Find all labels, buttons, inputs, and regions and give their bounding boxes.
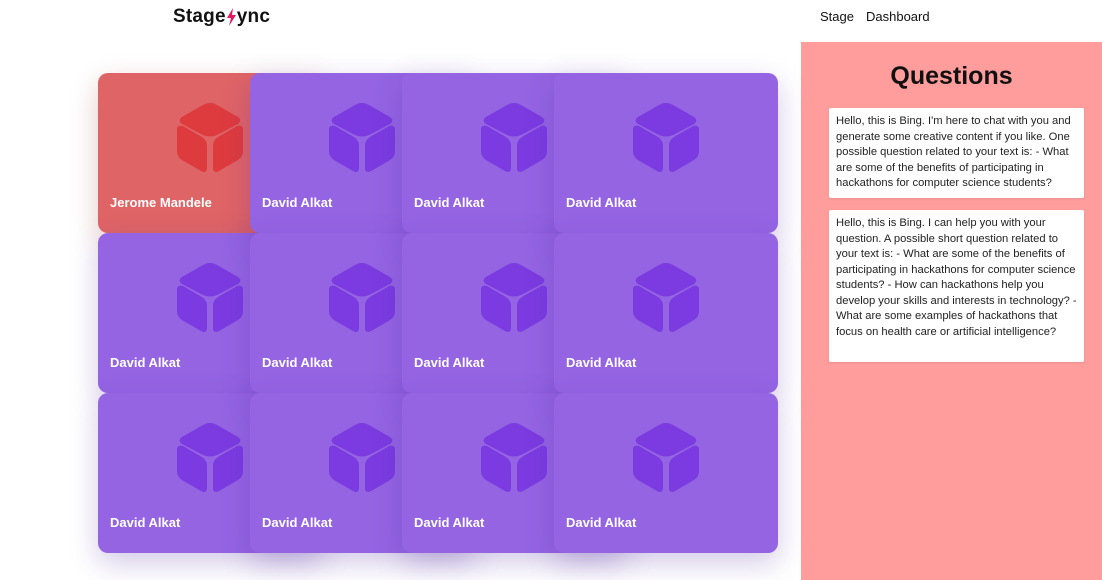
participant-tile[interactable]: David Alkat xyxy=(554,393,778,553)
participant-name: David Alkat xyxy=(566,195,637,210)
participant-name: David Alkat xyxy=(262,355,333,370)
cube-icon xyxy=(173,261,247,335)
logo-text-left: Stage xyxy=(173,6,226,27)
nav-link-dashboard[interactable]: Dashboard xyxy=(866,9,930,24)
nav-link-stage[interactable]: Stage xyxy=(820,9,854,24)
question-card: Hello, this is Bing. I can help you with… xyxy=(829,210,1084,362)
app-logo[interactable]: Stage ync xyxy=(173,6,270,28)
logo-text-right: ync xyxy=(236,6,271,27)
cube-icon xyxy=(477,261,551,335)
question-card: Hello, this is Bing. I'm here to chat wi… xyxy=(829,108,1084,198)
questions-title: Questions xyxy=(890,62,1013,90)
cube-icon xyxy=(477,421,551,495)
participant-tile[interactable]: David Alkat xyxy=(554,73,778,233)
cube-icon xyxy=(173,421,247,495)
participant-name: David Alkat xyxy=(566,355,637,370)
participant-name: Jerome Mandele xyxy=(110,195,212,210)
participant-tile[interactable]: David Alkat xyxy=(554,233,778,393)
participant-name: David Alkat xyxy=(262,515,333,530)
participant-name: David Alkat xyxy=(414,195,485,210)
participant-name: David Alkat xyxy=(414,355,485,370)
participant-name: David Alkat xyxy=(262,195,333,210)
questions-panel: Questions Hello, this is Bing. I'm here … xyxy=(801,42,1102,580)
cube-icon xyxy=(173,101,247,175)
cube-icon xyxy=(325,261,399,335)
participant-name: David Alkat xyxy=(566,515,637,530)
participant-name: David Alkat xyxy=(110,515,181,530)
cube-icon xyxy=(629,261,703,335)
top-nav: Stage Dashboard xyxy=(820,9,930,24)
cube-icon xyxy=(477,101,551,175)
cube-icon xyxy=(629,421,703,495)
participant-name: David Alkat xyxy=(414,515,485,530)
cube-icon xyxy=(325,101,399,175)
bolt-icon xyxy=(226,8,237,26)
participant-name: David Alkat xyxy=(110,355,181,370)
participant-grid: Jerome Mandele David Alkat David Alkat Davi… xyxy=(98,73,778,554)
cube-icon xyxy=(325,421,399,495)
cube-icon xyxy=(629,101,703,175)
app-page: Stage ync Stage Dashboard Jerome Mandele… xyxy=(0,0,1102,580)
